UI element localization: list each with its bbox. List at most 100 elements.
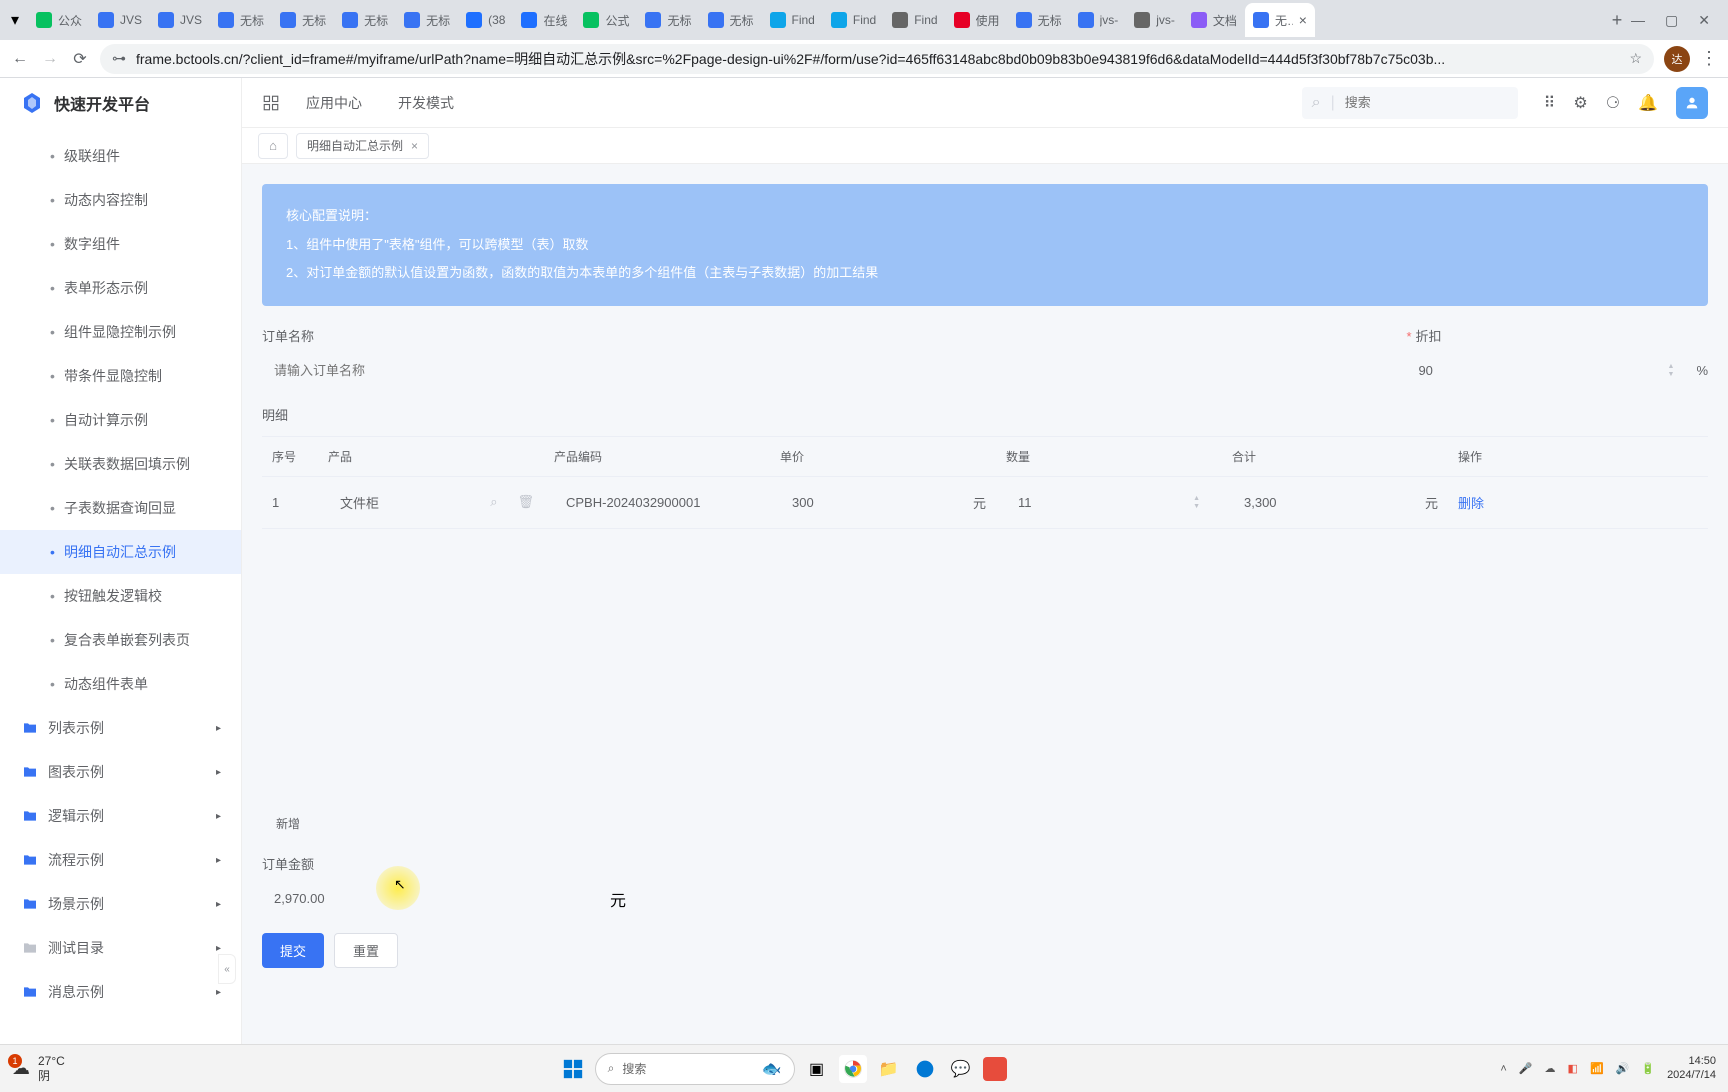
browser-tab[interactable]: Find [762, 3, 823, 37]
browser-tab[interactable]: 文档 [1183, 3, 1245, 37]
sidebar-item[interactable]: 明细自动汇总示例 [0, 530, 241, 574]
add-row-button[interactable]: 新增 [262, 809, 314, 838]
tab-close-icon[interactable]: × [1299, 12, 1307, 28]
new-tab-button[interactable]: + [1603, 6, 1631, 34]
browser-tab[interactable]: 无标× [1245, 3, 1315, 37]
back-button[interactable]: ← [10, 50, 30, 68]
browser-tab[interactable]: 无标 [637, 3, 699, 37]
browser-tab[interactable]: 无标 [210, 3, 272, 37]
bookmark-star-icon[interactable]: ☆ [1629, 50, 1642, 67]
order-name-input[interactable] [262, 353, 1004, 389]
browser-tab[interactable]: 公众 [28, 3, 90, 37]
apps-grid-icon[interactable] [262, 94, 280, 112]
browser-tab[interactable]: 无标 [334, 3, 396, 37]
tab-list-dropdown[interactable]: ▾ [6, 11, 24, 29]
qty-input[interactable]: 11▲▼ [1006, 484, 1212, 520]
price-input[interactable]: 300 [780, 484, 965, 520]
browser-tab[interactable]: 无标 [396, 3, 458, 37]
settings-gear-icon[interactable]: ⚙ [1573, 93, 1587, 113]
search-box[interactable]: ⌕ | [1302, 87, 1518, 119]
browser-menu-icon[interactable]: ⋮ [1700, 48, 1718, 69]
user-avatar-button[interactable] [1676, 87, 1708, 119]
browser-tab[interactable]: jvs- [1126, 3, 1183, 37]
sidebar-item[interactable]: 表单形态示例 [0, 266, 241, 310]
sidebar-item[interactable]: 关联表数据回填示例 [0, 442, 241, 486]
browser-tab[interactable]: Find [884, 3, 945, 37]
browser-tab[interactable]: JVS [150, 3, 210, 37]
maximize-button[interactable]: ▢ [1665, 12, 1678, 29]
logo-area[interactable]: 快速开发平台 [0, 78, 241, 128]
delete-row-link[interactable]: 删除 [1458, 496, 1484, 511]
delete-icon[interactable]: 🗑 [517, 494, 534, 510]
reset-button[interactable]: 重置 [334, 933, 398, 968]
sidebar-folder[interactable]: 消息示例▸ [0, 970, 241, 1014]
tray-onedrive-icon[interactable]: ☁ [1545, 1062, 1556, 1075]
browser-tab[interactable]: 无标 [272, 3, 334, 37]
sidebar-folder[interactable]: 流程示例▸ [0, 838, 241, 882]
sidebar-item[interactable]: 按钮触发逻辑校 [0, 574, 241, 618]
sidebar-folder[interactable]: 逻辑示例▸ [0, 794, 241, 838]
sidebar-item[interactable]: 数字组件 [0, 222, 241, 266]
submit-button[interactable]: 提交 [262, 933, 324, 968]
copilot-icon[interactable]: 💬 [947, 1055, 975, 1083]
clock[interactable]: 14:50 2024/7/14 [1667, 1055, 1716, 1081]
sidebar-collapse-button[interactable]: « [218, 954, 236, 984]
sidebar-item[interactable]: 级联组件 [0, 134, 241, 178]
edge-icon[interactable] [911, 1055, 939, 1083]
tray-wifi-icon[interactable]: 📶 [1590, 1062, 1604, 1075]
config-icon[interactable]: ⚆ [1606, 93, 1620, 113]
browser-tab[interactable]: 无标 [1008, 3, 1070, 37]
nav-dev-mode[interactable]: 开发模式 [398, 93, 454, 113]
page-tab-close-icon[interactable]: × [411, 139, 418, 153]
address-bar[interactable]: ⊶ frame.bctools.cn/?client_id=frame#/myi… [100, 44, 1654, 74]
discount-spinner[interactable]: ▲▼ [1668, 363, 1675, 378]
profile-avatar[interactable]: 达 [1664, 46, 1690, 72]
browser-tab[interactable]: 公式 [575, 3, 637, 37]
tray-app-icon[interactable]: ◧ [1568, 1062, 1578, 1075]
tray-battery-icon[interactable]: 🔋 [1641, 1062, 1655, 1075]
sidebar-folder[interactable]: 测试目录▸ [0, 926, 241, 970]
forward-button[interactable]: → [40, 50, 60, 68]
explorer-icon[interactable]: 📁 [875, 1055, 903, 1083]
close-window-button[interactable]: ✕ [1698, 12, 1710, 29]
site-info-icon[interactable]: ⊶ [112, 50, 126, 67]
page-tab[interactable]: 明细自动汇总示例 × [296, 133, 429, 159]
browser-tab[interactable]: 在线 [513, 3, 575, 37]
chrome-icon[interactable] [839, 1055, 867, 1083]
product-lookup-input[interactable]: 文件柜⌕ [328, 484, 509, 520]
nav-app-center[interactable]: 应用中心 [306, 93, 362, 113]
sidebar-item[interactable]: 组件显隐控制示例 [0, 310, 241, 354]
sidebar-folder[interactable]: 场景示例▸ [0, 882, 241, 926]
home-tab[interactable]: ⌂ [258, 133, 288, 159]
start-button[interactable] [559, 1055, 587, 1083]
sidebar-item[interactable]: 动态组件表单 [0, 662, 241, 706]
sidebar-item[interactable]: 动态内容控制 [0, 178, 241, 222]
browser-tab[interactable]: jvs- [1070, 3, 1127, 37]
sidebar-item[interactable]: 复合表单嵌套列表页 [0, 618, 241, 662]
browser-tab[interactable]: JVS [90, 3, 150, 37]
notification-bell-icon[interactable]: 🔔 [1638, 93, 1658, 113]
discount-input[interactable] [1418, 363, 1667, 378]
sidebar-folder[interactable]: 图表示例▸ [0, 750, 241, 794]
browser-tab[interactable]: 使用 [946, 3, 1008, 37]
apps-icon[interactable]: ⠿ [1544, 93, 1556, 113]
search-input[interactable] [1345, 95, 1475, 110]
weather-widget[interactable]: ☁ 1 27°C 阴 [12, 1054, 65, 1083]
lookup-search-icon[interactable]: ⌕ [490, 494, 497, 510]
tray-mic-icon[interactable]: 🎤 [1519, 1062, 1533, 1075]
minimize-button[interactable]: — [1631, 12, 1645, 29]
sidebar-item[interactable]: 子表数据查询回显 [0, 486, 241, 530]
browser-tab[interactable]: Find [823, 3, 884, 37]
qty-spinner[interactable]: ▲▼ [1193, 495, 1200, 510]
tray-chevron-icon[interactable]: ˄ [1500, 1063, 1506, 1075]
app-icon[interactable] [983, 1057, 1007, 1081]
sidebar-folder[interactable]: 列表示例▸ [0, 706, 241, 750]
sidebar-item[interactable]: 自动计算示例 [0, 398, 241, 442]
tray-volume-icon[interactable]: 🔊 [1616, 1062, 1630, 1075]
browser-tab[interactable]: (38 [458, 3, 513, 37]
sidebar-item[interactable]: 带条件显隐控制 [0, 354, 241, 398]
code-input[interactable]: CPBH-2024032900001 [554, 484, 760, 520]
reload-button[interactable]: ⟳ [70, 49, 90, 69]
task-view-icon[interactable]: ▣ [803, 1055, 831, 1083]
browser-tab[interactable]: 无标 [700, 3, 762, 37]
